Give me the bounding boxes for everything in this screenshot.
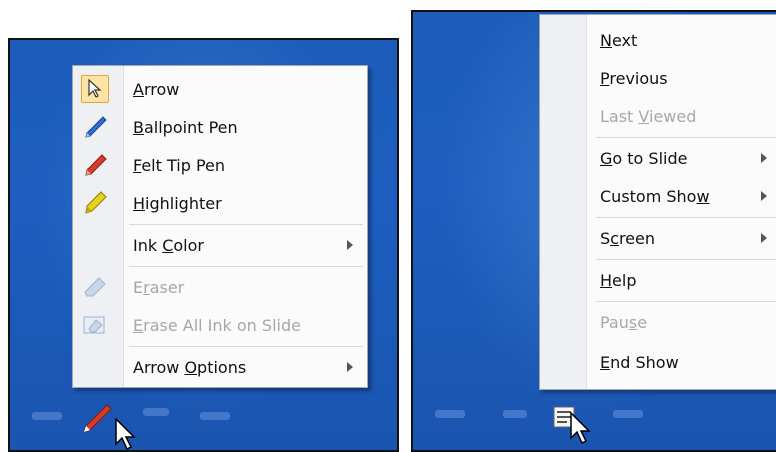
erase-all-ink-icon [81, 311, 109, 339]
menu-item-arrow[interactable]: Arrow [73, 70, 367, 108]
menu-item-help[interactable]: Help [540, 261, 776, 299]
menu-item-next[interactable]: Next [540, 21, 776, 59]
slideshow-navigation-menu: Next Previous Last Viewed Go to Slide Cu… [539, 14, 776, 390]
left-slideshow-panel: Arrow Ballpoint Pen Felt Tip Pen Highlig… [8, 38, 399, 452]
menu-separator [596, 217, 776, 218]
menu-item-label: Go to Slide [600, 148, 688, 168]
right-slideshow-panel: Next Previous Last Viewed Go to Slide Cu… [411, 10, 776, 452]
menu-item-erase-all-ink[interactable]: Erase All Ink on Slide [73, 306, 367, 344]
menu-item-label: End Show [600, 352, 679, 372]
menu-item-screen[interactable]: Screen [540, 219, 776, 257]
menu-separator [129, 224, 363, 225]
ballpoint-pen-icon [81, 113, 109, 141]
highlighter-icon [81, 189, 109, 217]
eraser-icon [81, 273, 109, 301]
menu-item-label: Custom Show [600, 186, 710, 206]
menu-separator [596, 301, 776, 302]
menu-separator [129, 266, 363, 267]
submenu-arrow-icon [761, 191, 767, 201]
menu-item-label: Arrow [133, 79, 180, 99]
menu-item-label: Help [600, 270, 637, 290]
toolbar-pen-icon[interactable] [503, 410, 527, 418]
menu-item-label: Previous [600, 68, 668, 88]
menu-separator [596, 259, 776, 260]
menu-separator [129, 346, 363, 347]
menu-item-highlighter[interactable]: Highlighter [73, 184, 367, 222]
submenu-arrow-icon [761, 153, 767, 163]
menu-separator [596, 137, 776, 138]
toolbar-previous-icon[interactable] [32, 412, 62, 420]
mouse-cursor-icon [569, 411, 595, 450]
menu-item-label: Erase All Ink on Slide [133, 315, 301, 335]
menu-item-label: Last Viewed [600, 106, 697, 126]
pointer-options-menu: Arrow Ballpoint Pen Felt Tip Pen Highlig… [72, 65, 368, 388]
menu-item-label: Ballpoint Pen [133, 117, 238, 137]
submenu-arrow-icon [347, 240, 353, 250]
menu-item-arrow-options[interactable]: Arrow Options [73, 348, 367, 386]
submenu-arrow-icon [761, 233, 767, 243]
mouse-cursor-icon [114, 417, 140, 450]
menu-item-felt-tip-pen[interactable]: Felt Tip Pen [73, 146, 367, 184]
menu-item-label: Next [600, 30, 638, 50]
toolbar-next-icon[interactable] [613, 410, 643, 418]
menu-item-ink-color[interactable]: Ink Color [73, 226, 367, 264]
menu-item-label: Screen [600, 228, 656, 248]
arrow-pointer-icon [81, 75, 109, 103]
menu-item-end-show[interactable]: End Show [540, 343, 776, 381]
toolbar-previous-icon[interactable] [435, 410, 465, 418]
toolbar-next-icon[interactable] [200, 412, 230, 420]
felt-tip-pen-icon[interactable] [80, 402, 114, 440]
menu-item-label: Felt Tip Pen [133, 155, 226, 175]
menu-item-go-to-slide[interactable]: Go to Slide [540, 139, 776, 177]
menu-item-label: Arrow Options [133, 357, 247, 377]
menu-item-label: Ink Color [133, 235, 204, 255]
menu-item-label: Eraser [133, 277, 185, 297]
menu-item-label: Highlighter [133, 193, 222, 213]
menu-item-previous[interactable]: Previous [540, 59, 776, 97]
menu-item-custom-show[interactable]: Custom Show [540, 177, 776, 215]
menu-item-last-viewed[interactable]: Last Viewed [540, 97, 776, 135]
felt-tip-pen-icon [81, 151, 109, 179]
menu-item-ballpoint-pen[interactable]: Ballpoint Pen [73, 108, 367, 146]
toolbar-menu-icon[interactable] [143, 408, 169, 416]
menu-item-label: Pause [600, 312, 648, 332]
submenu-arrow-icon [347, 362, 353, 372]
menu-item-eraser[interactable]: Eraser [73, 268, 367, 306]
menu-item-pause[interactable]: Pause [540, 303, 776, 341]
